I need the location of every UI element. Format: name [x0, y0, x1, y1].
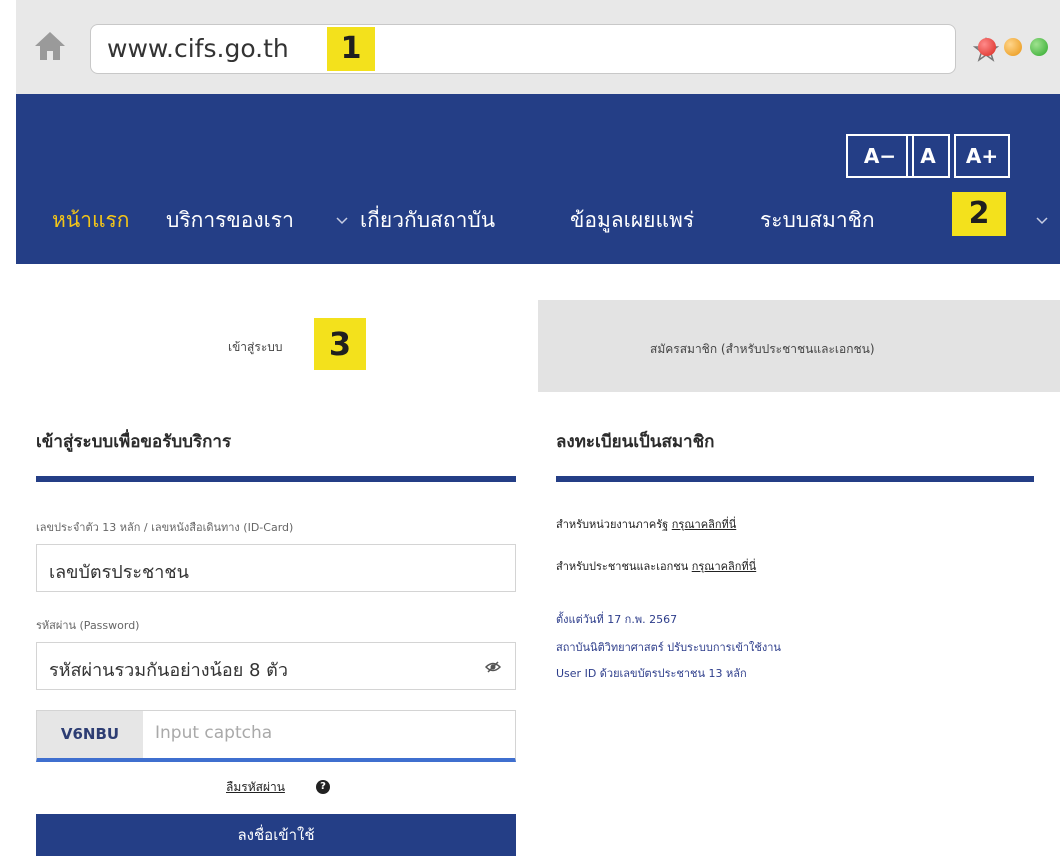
nav-services[interactable]: บริการของเรา: [166, 200, 294, 240]
tab-register-label: สมัครสมาชิก (สำหรับประชาชนและเอกชน): [650, 342, 875, 356]
id-label: เลขประจำตัว 13 หลัก / เลขหนังสือเดินทาง …: [36, 521, 294, 534]
register-title-rule: [556, 476, 1034, 482]
font-increase-button[interactable]: A+: [954, 134, 1010, 178]
notice-line: สถาบันนิติวิทยาศาสตร์ ปรับระบบการเข้าใช้…: [556, 641, 781, 654]
password-placeholder: รหัสผ่านรวมกันอย่างน้อย 8 ตัว: [49, 660, 288, 681]
callout-badge-1: 1: [327, 27, 375, 71]
minimize-window-icon[interactable]: [1004, 38, 1022, 56]
maximize-window-icon[interactable]: [1030, 38, 1048, 56]
gov-text: สำหรับหน่วยงานภาครัฐ: [556, 518, 669, 531]
login-title: เข้าสู่ระบบเพื่อขอรับบริการ: [36, 432, 232, 452]
login-button[interactable]: ลงชื่อเข้าใช้: [36, 814, 516, 856]
eye-icon[interactable]: [485, 659, 501, 675]
font-normal-button[interactable]: A: [906, 134, 950, 178]
register-title: ลงทะเบียนเป็นสมาชิก: [556, 432, 715, 452]
nav-membership[interactable]: ระบบสมาชิก: [760, 200, 875, 240]
login-title-rule: [36, 476, 516, 482]
id-field[interactable]: เลขบัตรประชาชน: [36, 544, 516, 592]
nav-about[interactable]: เกี่ยวกับสถาบัน: [360, 200, 495, 240]
forgot-password-link[interactable]: ลืมรหัสผ่าน: [226, 778, 285, 797]
public-link[interactable]: กรุณาคลิกที่นี่: [692, 560, 756, 573]
password-field[interactable]: รหัสผ่านรวมกันอย่างน้อย 8 ตัว: [36, 642, 516, 690]
close-window-icon[interactable]: [978, 38, 996, 56]
id-placeholder: เลขบัตรประชาชน: [49, 562, 189, 583]
notice-line: ตั้งแต่วันที่ 17 ก.พ. 2567: [556, 613, 678, 626]
nav-home[interactable]: หน้าแรก: [52, 200, 130, 240]
url-text[interactable]: www.cifs.go.th: [107, 34, 289, 63]
gov-link[interactable]: กรุณาคลิกที่นี่: [672, 518, 736, 531]
site-header: A− A A+ หน้าแรก บริการของเรา เกี่ยวกับสถ…: [16, 94, 1060, 264]
help-icon[interactable]: ?: [316, 780, 330, 794]
home-icon[interactable]: [30, 26, 70, 66]
tab-login-label: เข้าสู่ระบบ: [228, 340, 283, 354]
address-bar[interactable]: www.cifs.go.th 1: [90, 24, 999, 74]
callout-badge-2: 2: [952, 192, 1006, 236]
password-label: รหัสผ่าน (Password): [36, 619, 140, 632]
public-text: สำหรับประชาชนและเอกชน: [556, 560, 689, 573]
chevron-down-icon[interactable]: [334, 212, 350, 228]
callout-badge-3: 3: [314, 318, 366, 370]
captcha-field[interactable]: V6NBU Input captcha: [36, 710, 516, 762]
notice-line: User ID ด้วยเลขบัตรประชาชน 13 หลัก: [556, 667, 747, 680]
captcha-input[interactable]: Input captcha: [155, 723, 272, 743]
font-decrease-button[interactable]: A−: [846, 134, 914, 178]
chevron-down-icon[interactable]: [1034, 212, 1050, 228]
gov-row: สำหรับหน่วยงานภาครัฐ กรุณาคลิกที่นี่: [556, 515, 736, 533]
public-row: สำหรับประชาชนและเอกชน กรุณาคลิกที่นี่: [556, 557, 756, 575]
captcha-code: V6NBU: [37, 711, 143, 758]
tab-login[interactable]: เข้าสู่ระบบ: [36, 300, 536, 392]
tab-register[interactable]: สมัครสมาชิก (สำหรับประชาชนและเอกชน): [538, 300, 1060, 392]
nav-publications[interactable]: ข้อมูลเผยแพร่: [570, 200, 694, 240]
browser-toolbar: www.cifs.go.th 1: [16, 0, 1060, 94]
